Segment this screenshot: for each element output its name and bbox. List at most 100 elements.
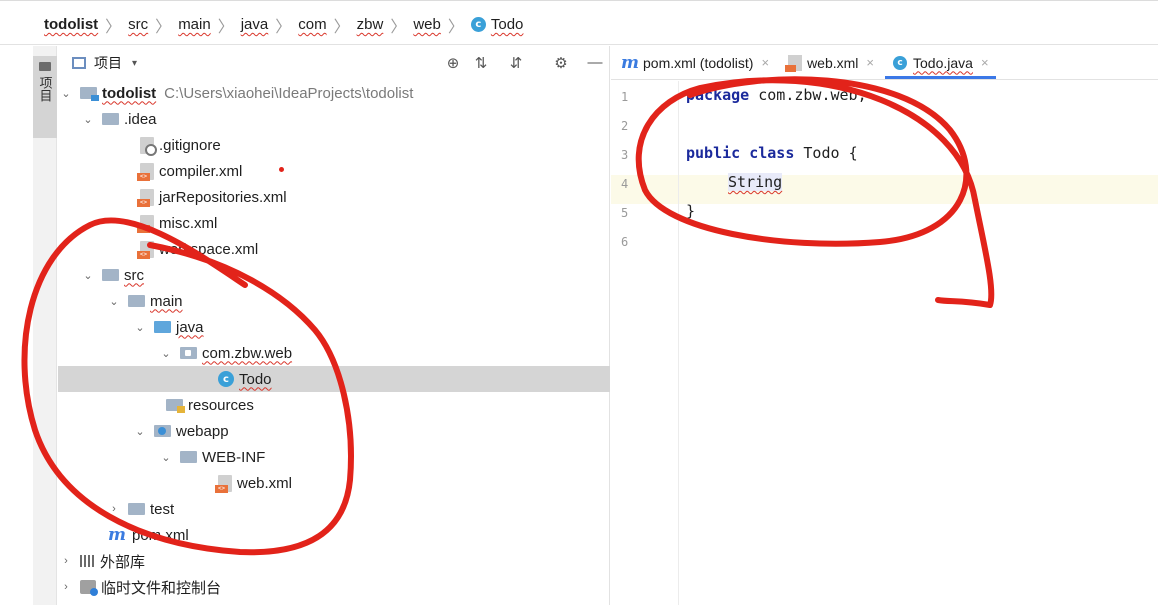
line-number: 2	[621, 119, 629, 133]
chevron-down-icon[interactable]: ⌄	[158, 347, 174, 360]
tree-item-label: WEB-INF	[202, 448, 266, 466]
project-panel: 项目 ▾ ⊕ ⇅ ⇵ ⚙ — ⌄ todolist C:\Users\xiaoh…	[58, 46, 610, 605]
breadcrumb-separator: 〉	[105, 18, 122, 36]
brace: {	[848, 144, 858, 162]
class-icon: c	[218, 371, 234, 387]
tree-item-label: todolist	[102, 84, 157, 102]
breadcrumb-item-todo[interactable]: Todo	[491, 16, 524, 33]
tree-item-resources[interactable]: resources	[58, 392, 610, 418]
tree-item-external-libraries[interactable]: › 外部库	[58, 548, 610, 574]
resources-folder-icon	[166, 399, 185, 413]
settings-icon[interactable]: ⚙	[551, 54, 571, 72]
chevron-down-icon[interactable]: ⌄	[80, 113, 96, 126]
close-icon[interactable]: ×	[981, 55, 989, 70]
breadcrumb-item-zbw[interactable]: zbw	[357, 16, 384, 33]
breadcrumb-separator: 〉	[390, 18, 407, 36]
tree-item-label: jarRepositories.xml	[159, 188, 287, 206]
tree-item-web-inf[interactable]: ⌄ WEB-INF	[58, 444, 610, 470]
maven-icon: m	[108, 525, 126, 545]
brace: }	[686, 202, 696, 220]
close-icon[interactable]: ×	[761, 55, 769, 70]
tree-item-java[interactable]: ⌄ java	[58, 314, 610, 340]
tab-label: Todo.java	[913, 54, 973, 71]
view-selector[interactable]: 项目	[94, 53, 122, 73]
tree-item-label: .gitignore	[159, 136, 221, 154]
keyword: public	[686, 144, 741, 162]
tree-item-gitignore[interactable]: .gitignore	[58, 132, 610, 158]
tree-item-main[interactable]: ⌄ main	[58, 288, 610, 314]
tab-label: pom.xml (todolist)	[643, 54, 754, 71]
library-icon	[80, 555, 96, 567]
editor-area: m pom.xml (todolist) × web.xml × c Todo.…	[611, 46, 1158, 605]
tree-item-pom-xml[interactable]: m pom.xml	[58, 522, 610, 548]
editor-tab-bar: m pom.xml (todolist) × web.xml × c Todo.…	[611, 46, 1158, 80]
code-editor[interactable]: package com.zbw.web; public class Todo {…	[680, 81, 1158, 605]
collapse-all-icon[interactable]: ⇵	[506, 54, 526, 72]
project-tool-window-tab[interactable]: 项目	[33, 56, 57, 138]
tree-item-workspace-xml[interactable]: workspace.xml	[58, 236, 610, 262]
tree-item-compiler-xml[interactable]: compiler.xml	[58, 158, 610, 184]
code-line-4: String	[728, 168, 783, 196]
tree-item-package[interactable]: ⌄ com.zbw.web	[58, 340, 610, 366]
chevron-down-icon[interactable]: ⌄	[58, 87, 74, 100]
tree-item-label: 外部库	[100, 553, 146, 571]
tree-item-test[interactable]: › test	[58, 496, 610, 522]
xml-file-icon	[137, 214, 154, 233]
scratches-icon	[80, 580, 98, 596]
chevron-down-icon[interactable]: ⌄	[132, 425, 148, 438]
line-number: 6	[621, 235, 629, 249]
webxml-file-icon	[785, 54, 803, 72]
tree-item-label: compiler.xml	[159, 162, 243, 180]
package-icon	[180, 347, 197, 359]
project-view-icon	[72, 57, 86, 69]
close-icon[interactable]: ×	[866, 55, 874, 70]
code-line-5: }	[686, 197, 695, 225]
breadcrumb-item-todolist[interactable]: todolist	[44, 16, 98, 33]
webxml-file-icon	[215, 474, 232, 493]
tree-item-idea[interactable]: ⌄ .idea	[58, 106, 610, 132]
tree-item-web-xml[interactable]: web.xml	[58, 470, 610, 496]
breadcrumb-item-main[interactable]: main	[178, 16, 211, 33]
breadcrumb-separator: 〉	[447, 18, 464, 36]
annotation-dot	[279, 167, 284, 172]
breadcrumb-item-java[interactable]: java	[241, 16, 269, 33]
chevron-right-icon[interactable]: ›	[106, 503, 122, 515]
chevron-right-icon[interactable]: ›	[58, 581, 74, 593]
breadcrumb-item-web[interactable]: web	[413, 16, 441, 33]
expand-all-icon[interactable]: ⇅	[471, 54, 491, 72]
breadcrumb-item-src[interactable]: src	[128, 16, 148, 33]
tree-item-src[interactable]: ⌄ src	[58, 262, 610, 288]
tree-item-label: com.zbw.web	[202, 344, 293, 362]
tree-item-label: misc.xml	[159, 214, 218, 232]
project-panel-toolbar: 项目 ▾ ⊕ ⇅ ⇵ ⚙ —	[58, 46, 609, 80]
tab-pom-xml[interactable]: m pom.xml (todolist) ×	[611, 46, 778, 79]
hide-icon[interactable]: —	[585, 54, 605, 71]
tree-item-misc-xml[interactable]: misc.xml	[58, 210, 610, 236]
tree-item-label: web.xml	[237, 474, 293, 492]
line-number: 1	[621, 90, 629, 104]
class-name: Todo	[803, 144, 840, 162]
chevron-down-icon[interactable]: ⌄	[158, 451, 174, 464]
chevron-right-icon[interactable]: ›	[58, 555, 74, 567]
chevron-down-icon[interactable]: ▾	[132, 58, 137, 69]
keyword: package	[686, 86, 750, 104]
tab-web-xml[interactable]: web.xml ×	[778, 46, 883, 79]
chevron-down-icon[interactable]: ⌄	[80, 269, 96, 282]
folder-icon	[180, 451, 197, 463]
tree-item-todolist[interactable]: ⌄ todolist C:\Users\xiaohei\IdeaProjects…	[58, 80, 610, 106]
chevron-down-icon[interactable]: ⌄	[132, 321, 148, 334]
tree-item-jarrepositories-xml[interactable]: jarRepositories.xml	[58, 184, 610, 210]
code-line-1: package com.zbw.web;	[686, 81, 867, 109]
tree-item-todo[interactable]: c Todo	[58, 366, 610, 392]
locate-icon[interactable]: ⊕	[443, 54, 463, 72]
breadcrumb-separator: 〉	[333, 18, 350, 36]
chevron-down-icon[interactable]: ⌄	[106, 295, 122, 308]
breadcrumb-item-com[interactable]: com	[298, 16, 326, 33]
tab-todo-java[interactable]: c Todo.java ×	[883, 46, 998, 79]
tree-item-scratches[interactable]: › 临时文件和控制台	[58, 574, 610, 600]
folder-icon	[102, 269, 119, 281]
tree-item-webapp[interactable]: ⌄ webapp	[58, 418, 610, 444]
breadcrumb-separator: 〉	[217, 18, 234, 36]
project-path: C:\Users\xiaohei\IdeaProjects\todolist	[164, 84, 414, 102]
type-name: String	[728, 173, 783, 191]
